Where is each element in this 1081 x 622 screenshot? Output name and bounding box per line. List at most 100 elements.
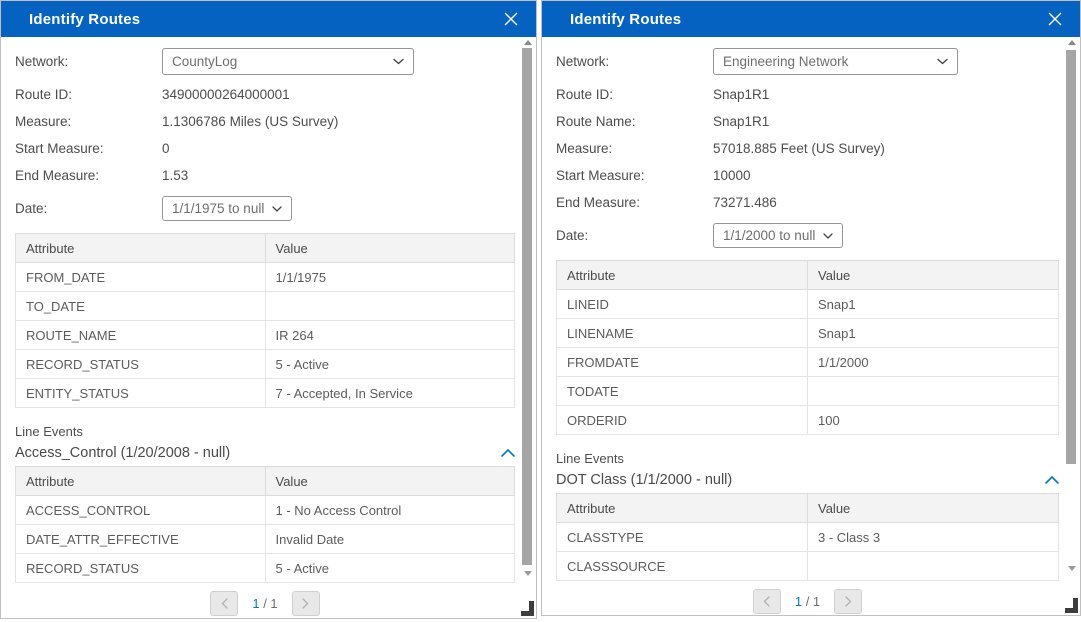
chevron-left-icon xyxy=(763,596,770,607)
attribute-cell: TODATE xyxy=(557,377,808,406)
date-select[interactable]: 1/1/2000 to null xyxy=(713,223,843,248)
scroll-down-icon[interactable] xyxy=(1068,566,1076,571)
next-page-button[interactable] xyxy=(292,591,320,616)
date-select[interactable]: 1/1/1975 to null xyxy=(162,196,292,221)
page-total: / 1 xyxy=(260,596,278,611)
column-header-value: Value xyxy=(265,234,515,263)
table-row: CLASSTYPE 3 - Class 3 xyxy=(557,523,1059,552)
chevron-right-icon xyxy=(302,598,309,609)
table-header-row: Attribute Value xyxy=(557,261,1059,290)
attribute-cell: ROUTE_NAME xyxy=(16,321,266,350)
line-event-attribute-table: Attribute Value CLASSTYPE 3 - Class 3 CL… xyxy=(556,493,1059,581)
attribute-cell: CLASSTYPE xyxy=(557,523,808,552)
field-value: 1.1306786 Miles (US Survey) xyxy=(162,114,338,129)
column-header-attribute: Attribute xyxy=(557,261,808,290)
column-header-attribute: Attribute xyxy=(557,494,808,523)
table-row: LINENAME Snap1 xyxy=(557,319,1059,348)
page-indicator: 1 / 1 xyxy=(252,596,277,611)
table-row: RECORD_STATUS 5 - Active xyxy=(16,350,515,379)
field-row-route-name: Route Name: Snap1R1 xyxy=(556,113,1059,129)
column-header-value: Value xyxy=(808,261,1059,290)
vertical-scrollbar[interactable] xyxy=(522,40,533,614)
resize-handle[interactable] xyxy=(521,601,534,616)
scroll-up-icon[interactable] xyxy=(1068,40,1076,45)
table-row: ENTITY_STATUS 7 - Accepted, In Service xyxy=(16,379,515,408)
scrollbar-thumb[interactable] xyxy=(1066,50,1076,464)
close-icon[interactable] xyxy=(1046,10,1064,28)
field-label: Route Name: xyxy=(556,114,713,129)
route-attribute-table: Attribute Value FROM_DATE 1/1/1975 TO_DA… xyxy=(15,233,515,408)
field-value: Snap1R1 xyxy=(713,114,769,129)
table-header-row: Attribute Value xyxy=(557,494,1059,523)
column-header-value: Value xyxy=(808,494,1059,523)
field-row-date: Date: 1/1/2000 to null xyxy=(556,223,1059,248)
value-cell: 7 - Accepted, In Service xyxy=(265,379,515,408)
chevron-right-icon xyxy=(845,596,852,607)
field-value: 34900000264000001 xyxy=(162,87,290,102)
network-select[interactable]: Engineering Network xyxy=(713,48,958,75)
scroll-up-icon[interactable] xyxy=(524,40,532,45)
line-event-section-header[interactable]: Access_Control (1/20/2008 - null) xyxy=(15,445,515,461)
next-page-button[interactable] xyxy=(834,589,862,614)
table-row: ACCESS_CONTROL 1 - No Access Control xyxy=(16,496,515,525)
select-value: 1/1/1975 to null xyxy=(172,201,264,216)
field-value: 0 xyxy=(162,141,170,156)
field-row-network: Network: CountyLog xyxy=(15,48,515,75)
route-attribute-table: Attribute Value LINEID Snap1 LINENAME Sn… xyxy=(556,260,1059,435)
current-page: 1 xyxy=(795,594,802,609)
table-row: FROMDATE 1/1/2000 xyxy=(557,348,1059,377)
chevron-up-icon[interactable] xyxy=(1045,476,1059,484)
select-value: 1/1/2000 to null xyxy=(723,228,815,243)
vertical-scrollbar[interactable] xyxy=(1066,40,1077,611)
chevron-up-icon[interactable] xyxy=(501,449,515,457)
value-cell: 1/1/1975 xyxy=(265,263,515,292)
field-row-start-measure: Start Measure: 0 xyxy=(15,140,515,156)
table-header-row: Attribute Value xyxy=(16,234,515,263)
chevron-left-icon xyxy=(221,598,228,609)
field-row-end-measure: End Measure: 1.53 xyxy=(15,167,515,183)
field-value: 73271.486 xyxy=(713,195,777,210)
table-row: TODATE xyxy=(557,377,1059,406)
table-row: ORDERID 100 xyxy=(557,406,1059,435)
column-header-attribute: Attribute xyxy=(16,234,266,263)
close-icon[interactable] xyxy=(502,10,520,28)
field-label: Measure: xyxy=(15,114,162,129)
scroll-down-icon[interactable] xyxy=(524,571,532,576)
table-row: TO_DATE xyxy=(16,292,515,321)
field-label: Date: xyxy=(15,201,162,216)
pagination: 1 / 1 xyxy=(15,591,515,616)
select-value: Engineering Network xyxy=(723,54,929,69)
attribute-cell: CLASSSOURCE xyxy=(557,552,808,581)
current-page: 1 xyxy=(252,596,259,611)
value-cell: 1/1/2000 xyxy=(808,348,1059,377)
field-label: Network: xyxy=(15,54,162,69)
field-label: Start Measure: xyxy=(556,168,713,183)
scrollbar-thumb[interactable] xyxy=(522,48,532,565)
previous-page-button[interactable] xyxy=(210,591,238,616)
resize-handle[interactable] xyxy=(1065,598,1078,613)
page-indicator: 1 / 1 xyxy=(795,594,820,609)
network-select[interactable]: CountyLog xyxy=(162,48,414,75)
value-cell: 3 - Class 3 xyxy=(808,523,1059,552)
field-row-route-id: Route ID: Snap1R1 xyxy=(556,86,1059,102)
panel-body: Network: CountyLog Route ID: 34900000264… xyxy=(2,39,535,617)
attribute-cell: LINEID xyxy=(557,290,808,319)
line-event-section-header[interactable]: DOT Class (1/1/2000 - null) xyxy=(556,472,1059,488)
field-value: 10000 xyxy=(713,168,751,183)
attribute-cell: FROMDATE xyxy=(557,348,808,377)
field-value: 57018.885 Feet (US Survey) xyxy=(713,141,885,156)
field-label: Start Measure: xyxy=(15,141,162,156)
field-label: Network: xyxy=(556,54,713,69)
column-header-attribute: Attribute xyxy=(16,467,266,496)
page-total: / 1 xyxy=(802,594,820,609)
value-cell: 1 - No Access Control xyxy=(265,496,515,525)
panel-title: Identify Routes xyxy=(29,11,140,28)
panel-header: Identify Routes xyxy=(542,1,1080,37)
field-row-measure: Measure: 57018.885 Feet (US Survey) xyxy=(556,140,1059,156)
line-events-label: Line Events xyxy=(15,424,515,439)
table-row: CLASSSOURCE xyxy=(557,552,1059,581)
table-header-row: Attribute Value xyxy=(16,467,515,496)
value-cell: Snap1 xyxy=(808,290,1059,319)
previous-page-button[interactable] xyxy=(753,589,781,614)
field-row-date: Date: 1/1/1975 to null xyxy=(15,196,515,221)
